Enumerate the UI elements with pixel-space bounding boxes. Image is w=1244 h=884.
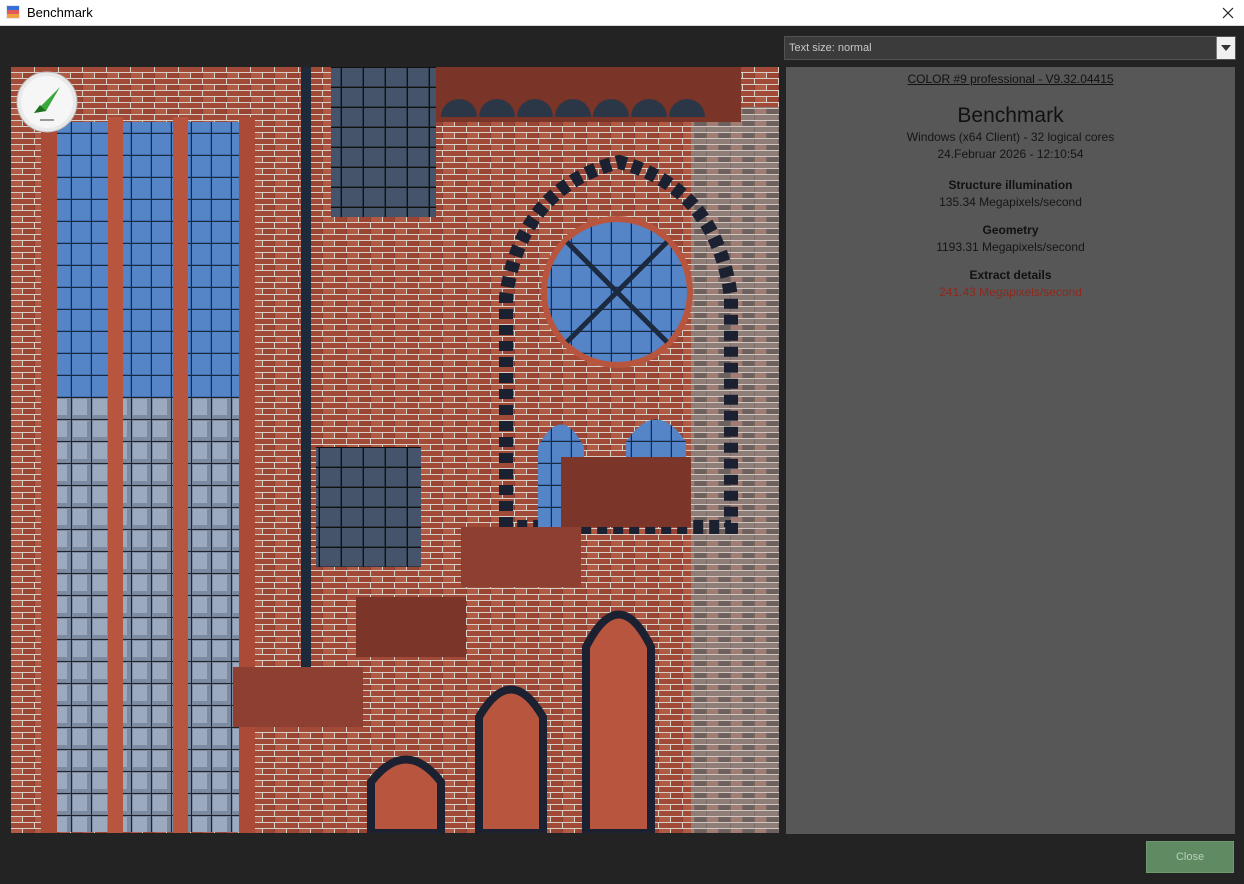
- benchmark-image: [11, 67, 779, 833]
- title-bar: Benchmark: [0, 0, 1244, 26]
- results-panel: COLOR #9 professional - V9.32.04415 Benc…: [786, 67, 1235, 834]
- system-info: Windows (x64 Client) - 32 logical cores: [906, 130, 1115, 144]
- dropdown-button[interactable]: [1216, 37, 1235, 59]
- window-title: Benchmark: [27, 5, 93, 20]
- app-icon: [6, 5, 20, 19]
- result-label-geometry: Geometry: [982, 223, 1039, 237]
- run-date: 24.Februar 2026 - 12:10:54: [937, 147, 1084, 161]
- results-title: Benchmark: [957, 104, 1064, 127]
- version-link[interactable]: COLOR #9 professional - V9.32.04415: [786, 72, 1235, 86]
- benchmark-gauge-icon: [16, 71, 78, 133]
- result-label-structure: Structure illumination: [948, 178, 1073, 192]
- close-button[interactable]: Close: [1146, 841, 1234, 873]
- text-size-value: Text size: normal: [789, 42, 872, 54]
- result-value-geometry: 1193.31 Megapixels/second: [936, 240, 1085, 254]
- text-size-select[interactable]: Text size: normal: [784, 36, 1236, 60]
- result-value-details: 241.43 Megapixels/second: [939, 285, 1082, 299]
- result-value-structure: 135.34 Megapixels/second: [939, 195, 1082, 209]
- result-label-details: Extract details: [969, 268, 1052, 282]
- chevron-down-icon: [1221, 45, 1231, 51]
- close-icon[interactable]: [1218, 3, 1238, 23]
